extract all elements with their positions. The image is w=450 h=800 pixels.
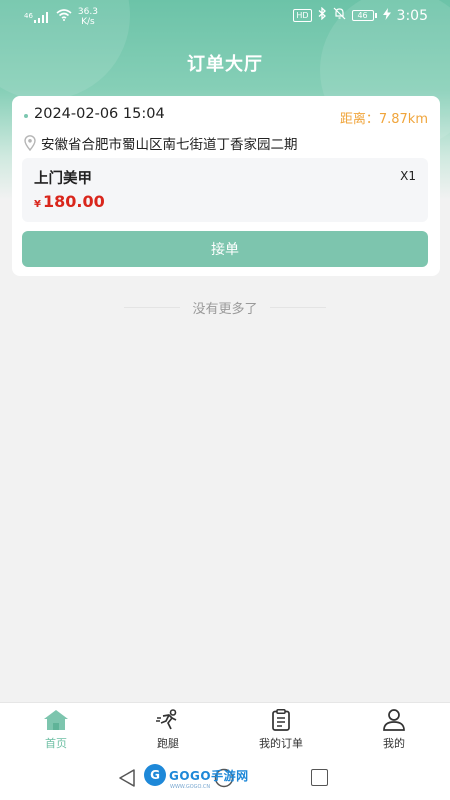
clock: 3:05 [396, 7, 428, 24]
tab-profile-label: 我的 [383, 737, 405, 750]
tab-my-orders[interactable]: 我的订单 [225, 707, 337, 757]
nav-back-icon[interactable] [118, 768, 136, 792]
order-card: 2024-02-06 15:04 距离：7.87km 安徽省合肥市蜀山区南七街道… [12, 96, 440, 276]
battery-icon: 46 [351, 10, 377, 21]
network-speed: 36.3 K/s [78, 7, 98, 27]
service-name: 上门美甲 [34, 171, 92, 187]
runner-icon [156, 709, 177, 730]
location-pin-icon [24, 135, 36, 152]
list-end-indicator: 没有更多了 [0, 298, 450, 317]
order-address: 安徽省合肥市蜀山区南七街道丁香家园二期 [41, 137, 298, 153]
network-speed-unit: K/s [81, 17, 95, 27]
nav-recents-icon[interactable] [311, 769, 328, 786]
tab-home[interactable]: 首页 [0, 707, 112, 757]
mute-bell-icon [333, 7, 346, 24]
status-bar: 46 36.3 K/s HD 46 3:05 [0, 0, 450, 32]
home-icon [44, 710, 68, 730]
watermark-logo: G GOGO手游网 WWW.GOGO.CN [144, 764, 249, 790]
signal-icon: 46 [24, 11, 50, 23]
signal-label: 46 [24, 11, 33, 20]
divider [124, 307, 180, 308]
order-distance: 距离：7.87km [339, 112, 428, 127]
bottom-tab-bar: 首页 跑腿 我的订单 我的 [0, 702, 450, 758]
currency-symbol: ¥ [34, 199, 41, 210]
page-title: 订单大厅 [187, 54, 263, 75]
price-amount: 180.00 [42, 192, 105, 211]
tab-home-label: 首页 [45, 737, 67, 750]
watermark-logo-letter: G [144, 764, 166, 786]
charging-icon [382, 7, 391, 24]
watermark-text: GOGO手游网 [169, 768, 249, 783]
network-speed-value: 36.3 [77, 7, 98, 17]
watermark-subtext: WWW.GOGO.CN [170, 784, 211, 790]
wifi-icon [56, 9, 72, 25]
tab-profile[interactable]: 我的 [338, 707, 450, 757]
tab-errand[interactable]: 跑腿 [112, 707, 224, 757]
service-quantity: X1 [400, 169, 416, 183]
service-price: ¥180.00 [34, 192, 105, 211]
divider [270, 307, 326, 308]
tab-my-orders-label: 我的订单 [259, 737, 303, 750]
list-end-text: 没有更多了 [192, 302, 258, 317]
clipboard-icon [272, 709, 290, 731]
battery-level: 46 [351, 10, 374, 21]
tab-errand-label: 跑腿 [157, 737, 179, 750]
bullet-dot [24, 114, 28, 118]
service-box: 上门美甲 X1 ¥180.00 [22, 158, 428, 222]
accept-order-button[interactable]: 接单 [22, 231, 428, 267]
bluetooth-icon [318, 6, 327, 24]
system-nav-bar: G GOGO手游网 WWW.GOGO.CN [0, 758, 450, 800]
user-icon [383, 709, 405, 731]
order-time: 2024-02-06 15:04 [34, 106, 165, 122]
hd-badge: HD [293, 9, 312, 22]
